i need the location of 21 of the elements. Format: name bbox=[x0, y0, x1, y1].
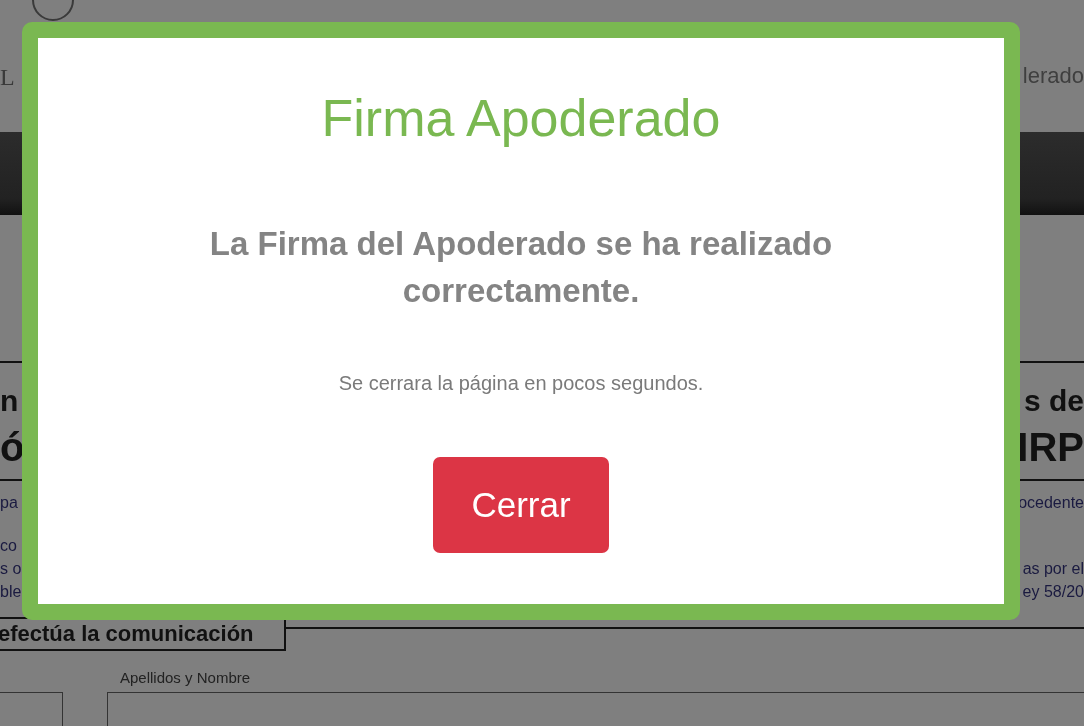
field-label: Apellidos y Nombre bbox=[120, 669, 252, 686]
logo-letter: L bbox=[0, 64, 15, 91]
document-text: ó bbox=[0, 424, 25, 470]
input-field[interactable] bbox=[0, 692, 63, 726]
document-text: n bbox=[0, 384, 19, 418]
document-text: co bbox=[0, 536, 17, 556]
document-text: ey 58/20 bbox=[1022, 582, 1084, 602]
dialog-note: Se cerrara la página en pocos segundos. bbox=[338, 372, 704, 395]
close-button[interactable]: Cerrar bbox=[433, 457, 609, 553]
document-text: as por el bbox=[1022, 559, 1084, 579]
document-text: IRP bbox=[1017, 424, 1084, 470]
dialog-title: Firma Apoderado bbox=[321, 88, 721, 148]
document-text: ocedente bbox=[1018, 493, 1084, 513]
logo-icon bbox=[32, 0, 74, 22]
document-text: pa bbox=[0, 493, 18, 513]
header-text: lerado bbox=[1022, 63, 1084, 89]
document-text: ble bbox=[0, 582, 22, 602]
document-text: s o bbox=[0, 559, 22, 579]
document-text: s de bbox=[1023, 384, 1084, 418]
input-field[interactable] bbox=[107, 692, 1084, 726]
dialog-message: La Firma del Apoderado se ha realizado correctamente. bbox=[208, 224, 834, 311]
